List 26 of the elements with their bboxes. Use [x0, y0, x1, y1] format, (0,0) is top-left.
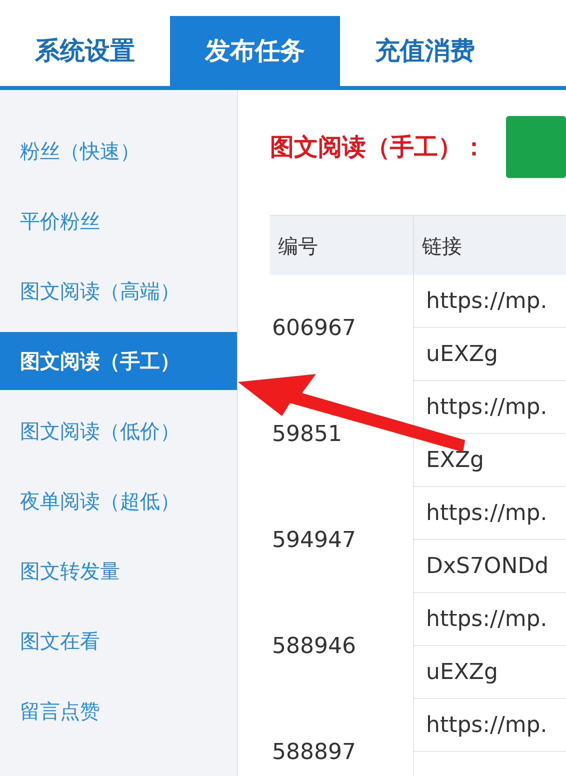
sidebar-item[interactable]: 粉丝（快速） [0, 122, 237, 180]
id-text: 594947 [272, 526, 356, 554]
id-text: 59851 [272, 420, 342, 448]
sidebar-item[interactable]: 夜单阅读（超低） [0, 472, 237, 530]
sidebar-item[interactable]: 平价粉丝 [0, 192, 237, 250]
sidebar-item[interactable]: 图文转发量 [0, 542, 237, 600]
id-text: 588946 [272, 632, 356, 660]
link-text: DxS7ONDd [414, 540, 566, 593]
column-header: 编号 [277, 232, 319, 260]
nav-tab[interactable]: 发布任务 [170, 16, 340, 86]
sidebar-item[interactable]: 图文阅读（低价） [0, 402, 237, 460]
sidebar-item[interactable]: 图文在看 [0, 612, 237, 670]
sidebar-item[interactable]: 留言点赞 [0, 682, 237, 740]
link-text: uEXZg [414, 328, 566, 381]
link-text: https://mp. [414, 275, 566, 328]
sidebar-item[interactable]: 图文阅读（高端） [0, 262, 237, 320]
id-text: 588897 [272, 738, 356, 766]
link-text: https://mp. [414, 487, 566, 540]
link-text: https://mp. [414, 699, 566, 752]
add-button[interactable] [506, 116, 566, 178]
id-text: 606967 [272, 314, 356, 342]
page-title: 图文阅读（手工）： [270, 132, 486, 163]
link-text: https://mp. [414, 593, 566, 646]
link-text: uEXZg [414, 646, 566, 699]
column-header: 链接 [413, 216, 566, 275]
sidebar-item[interactable]: 图文阅读（手工） [0, 332, 237, 390]
